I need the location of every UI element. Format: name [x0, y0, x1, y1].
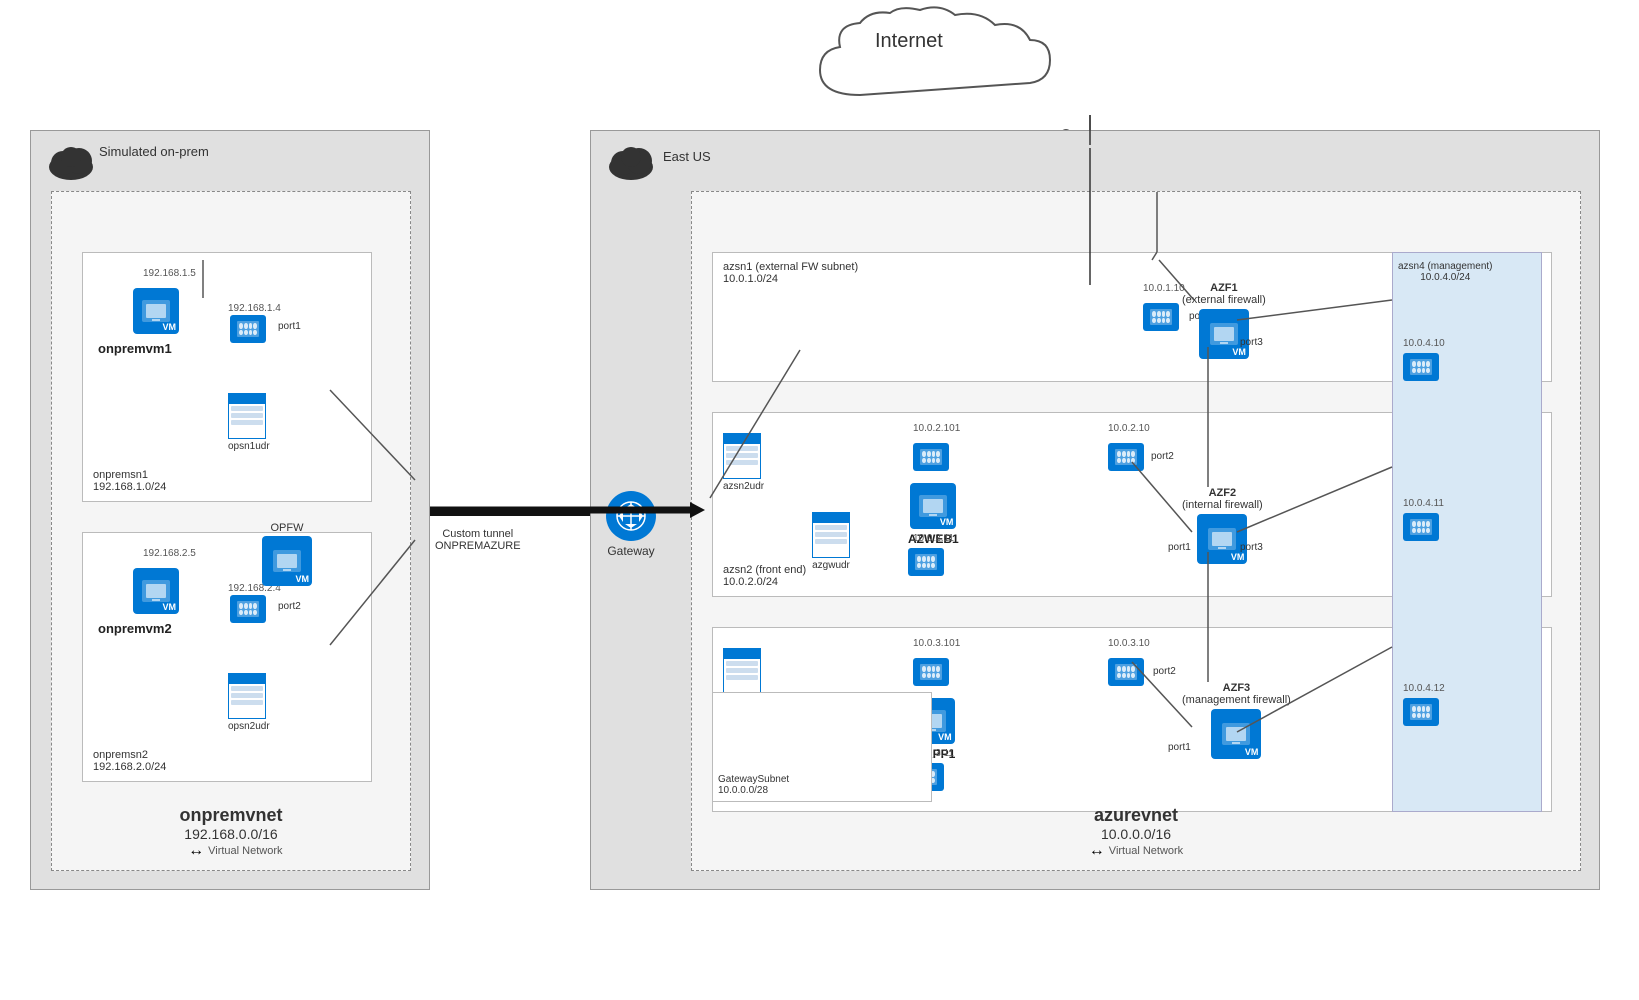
- azgwudr-label: azgwudr: [812, 560, 850, 571]
- onpremvm2-port2-label: port2: [278, 601, 301, 612]
- azf2-nic-left: [1108, 443, 1144, 471]
- onpremsn2-label: onpremsn2 192.168.2.0/24: [93, 749, 166, 773]
- opsn1udr-label: opsn1udr: [228, 441, 270, 452]
- azsn2udr-label: azsn2udr: [723, 481, 764, 492]
- azweb1-nic-left-ip: 10.0.2.101: [913, 423, 960, 434]
- azf3-nic-left-ip: 10.0.3.10: [1108, 638, 1150, 649]
- azf1-nic-left-ip: 10.0.1.10: [1143, 283, 1185, 294]
- azf3-nic-right: [1403, 698, 1439, 726]
- internet-cloud: Internet: [780, 5, 1160, 123]
- azweb1-bot-ip: 10.0.2.11: [913, 533, 954, 544]
- azf3-nic-left: [1108, 658, 1144, 686]
- onpremvnet-label: onpremvnet 192.168.0.0/16 ↔ Virtual Netw…: [179, 805, 282, 860]
- gwsubnet-label: GatewaySubnet 10.0.0.0/28: [718, 774, 789, 796]
- onpremsn1-box: 192.168.1.5 onpremvm1 192.168.1.4: [82, 252, 372, 502]
- azweb1-nic: [913, 443, 949, 471]
- gwsubnet-box: GatewaySubnet 10.0.0.0/28: [712, 692, 932, 802]
- diagram-container: Internet Public IP Simulated on-prem 192…: [0, 0, 1639, 1000]
- opsn2udr-label: opsn2udr: [228, 721, 270, 732]
- internet-label: Internet: [875, 30, 943, 53]
- azf3-nic-right-ip: 10.0.4.12: [1403, 683, 1445, 694]
- azf3-port1-label: port1: [1168, 742, 1191, 753]
- azf2-nic-right: [1403, 513, 1439, 541]
- eastus-cloud-icon: [603, 139, 658, 181]
- azapp1-nic: [913, 658, 949, 686]
- azurevnet-label: azurevnet 10.0.0.0/16 ↔ Virtual Network: [1089, 805, 1183, 860]
- azf3-port2-label: port2: [1153, 666, 1176, 677]
- onpremvm2-nic: [230, 595, 266, 623]
- opsn2udr: opsn2udr: [228, 673, 270, 732]
- eastus-label: East US: [663, 149, 711, 164]
- azf1-nic-left: [1143, 303, 1179, 331]
- eastus-region: East US azsn1 (external FW subnet) 10.0.…: [590, 130, 1600, 890]
- azurevnet-box: azsn1 (external FW subnet) 10.0.1.0/24 1…: [691, 191, 1581, 871]
- azf1-nic-right: [1403, 353, 1439, 381]
- azweb1-nic-right-ip: 10.0.2.10: [1108, 423, 1150, 434]
- azsn1-label: azsn1 (external FW subnet) 10.0.1.0/24: [723, 261, 858, 285]
- azgwudr: azgwudr: [812, 512, 850, 571]
- onpremsn2-box: 192.168.2.5 onpremvm2 192.168.2.4: [82, 532, 372, 782]
- azweb1-bot-nic: [908, 548, 944, 576]
- azf1-port3-label: port3: [1240, 337, 1263, 348]
- azf2-port3-label: port3: [1240, 542, 1263, 553]
- azsn4-box: azsn4 (management) 10.0.4.0/24 10.0.4.10: [1392, 252, 1542, 812]
- azf3-group: AZF3 (management firewall): [1182, 682, 1291, 759]
- azapp1-nic-left-ip: 10.0.3.101: [913, 638, 960, 649]
- onpremsn1-label: onpremsn1 192.168.1.0/24: [93, 469, 166, 493]
- onpremvm1-nic-ip: 192.168.1.4: [228, 303, 281, 314]
- opfw-label: OPFW: [271, 522, 304, 534]
- azf2-top-label: AZF2 (internal firewall): [1182, 487, 1263, 511]
- azf1-nic-right-ip: 10.0.4.10: [1403, 338, 1445, 349]
- tunnel-label: Custom tunnel ONPREMAZURE: [435, 528, 521, 552]
- onpremvm2: [133, 568, 179, 614]
- onpremvm1-label: onpremvm1: [98, 341, 172, 356]
- gateway-group: Gateway: [606, 491, 656, 558]
- azf2-port1-label: port1: [1168, 542, 1191, 553]
- onprem-region: Simulated on-prem 192.168.1.5 onpremvm1 …: [30, 130, 430, 890]
- cloud-svg: [780, 5, 1160, 120]
- azsn2udr: azsn2udr: [723, 433, 764, 492]
- azf3-top-label: AZF3 (management firewall): [1182, 682, 1291, 706]
- azf2-nic-right-ip: 10.0.4.11: [1403, 498, 1444, 509]
- azf1-top-label: AZF1 (external firewall): [1182, 282, 1266, 306]
- onpremvm1-port1-label: port1: [278, 321, 301, 332]
- onprem-region-label: Simulated on-prem: [99, 143, 209, 161]
- onpremvnet-box: 192.168.1.5 onpremvm1 192.168.1.4: [51, 191, 411, 871]
- onpremvm2-ip-top: 192.168.2.5: [143, 548, 196, 559]
- onpremvm2-label: onpremvm2: [98, 621, 172, 636]
- gateway-label: Gateway: [607, 544, 654, 558]
- onpremvm1-nic: [230, 315, 266, 343]
- azsn4-label: azsn4 (management) 10.0.4.0/24: [1398, 261, 1493, 283]
- gateway-icon-svg: [615, 500, 647, 532]
- onpremvm1: [133, 288, 179, 334]
- azsn2-label: azsn2 (front end) 10.0.2.0/24: [723, 564, 806, 588]
- opfw-group: OPFW: [262, 522, 312, 586]
- azf2-port2-label: port2: [1151, 451, 1174, 462]
- onpremvm1-ip-top: 192.168.1.5: [143, 268, 196, 279]
- opsn1udr: opsn1udr: [228, 393, 270, 452]
- onprem-cloud-icon: [43, 139, 98, 181]
